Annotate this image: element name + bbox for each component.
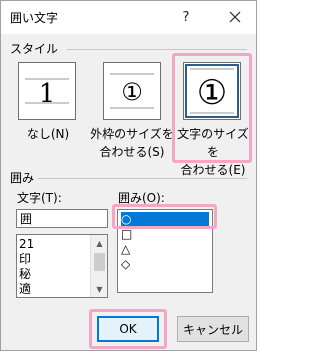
text-list-item[interactable]: 21 bbox=[19, 236, 34, 252]
close-icon bbox=[229, 11, 241, 23]
style-enlarge-label-line1: 文字のサイズを bbox=[177, 127, 249, 159]
style-option-enlarge-symbol[interactable]: ① bbox=[183, 62, 241, 120]
enclosure-item[interactable]: □ bbox=[121, 227, 209, 241]
style-enlarge-preview-icon: ① bbox=[190, 68, 234, 114]
text-input[interactable]: 囲 bbox=[16, 209, 108, 228]
dialog-title: 囲い文字 bbox=[10, 11, 59, 25]
title-bar: 囲い文字 ? bbox=[1, 1, 256, 34]
style-none-label: なし(N) bbox=[26, 127, 70, 141]
scroll-up-icon[interactable]: ▲ bbox=[91, 235, 108, 251]
enclosure-field-label: 囲み(O): bbox=[118, 191, 165, 205]
text-list-scrollbar[interactable]: ▲ ▼ bbox=[90, 235, 107, 297]
help-button[interactable]: ? bbox=[175, 5, 197, 29]
style-enlarge-label: 文字のサイズを 合わせる(E) bbox=[173, 125, 253, 179]
scroll-thumb[interactable] bbox=[94, 253, 105, 271]
style-option-shrink-text[interactable]: ① bbox=[103, 62, 161, 120]
scroll-down-icon[interactable]: ▼ bbox=[91, 281, 108, 297]
style-none-preview-icon: 1 bbox=[25, 78, 69, 109]
text-list-item[interactable]: 適 bbox=[19, 281, 31, 297]
close-button[interactable] bbox=[223, 5, 247, 29]
style-shrink-label-line2: 合わせる(S) bbox=[99, 145, 165, 159]
text-list[interactable]: 21 印 秘 適 ▲ ▼ bbox=[16, 234, 108, 298]
style-enlarge-label-line2: 合わせる(E) bbox=[180, 163, 246, 177]
enclosure-item[interactable]: ◇ bbox=[121, 257, 209, 271]
enclosure-item[interactable]: ○ bbox=[121, 212, 209, 226]
style-enlarge-glyph: ① bbox=[197, 73, 227, 113]
style-none-glyph: 1 bbox=[39, 79, 56, 109]
style-section-label: スタイル bbox=[10, 42, 59, 56]
style-shrink-glyph: ① bbox=[121, 78, 143, 106]
style-option-none[interactable]: 1 bbox=[18, 62, 76, 120]
enclose-separator bbox=[38, 178, 247, 179]
enclose-section-label: 囲み bbox=[10, 171, 35, 185]
text-input-value: 囲 bbox=[20, 212, 33, 226]
enclosure-item[interactable]: △ bbox=[121, 242, 209, 256]
style-separator bbox=[67, 49, 247, 50]
help-icon: ? bbox=[182, 9, 190, 25]
text-field-label: 文字(T): bbox=[17, 191, 62, 205]
enclosure-list[interactable]: ○ □ △ ◇ bbox=[117, 209, 213, 293]
ok-button[interactable]: OK bbox=[97, 316, 159, 342]
text-list-item[interactable]: 印 bbox=[19, 251, 31, 267]
enclosed-characters-dialog: 囲い文字 ? スタイル 1 なし(N) ① 外枠のサイズを 合わせる(S) ① … bbox=[0, 0, 257, 351]
style-shrink-label: 外枠のサイズを 合わせる(S) bbox=[89, 125, 175, 161]
text-list-item[interactable]: 秘 bbox=[19, 266, 31, 282]
style-shrink-preview-icon: ① bbox=[110, 73, 154, 109]
cancel-button[interactable]: キャンセル bbox=[177, 316, 249, 342]
style-shrink-label-line1: 外枠のサイズを bbox=[90, 127, 174, 141]
